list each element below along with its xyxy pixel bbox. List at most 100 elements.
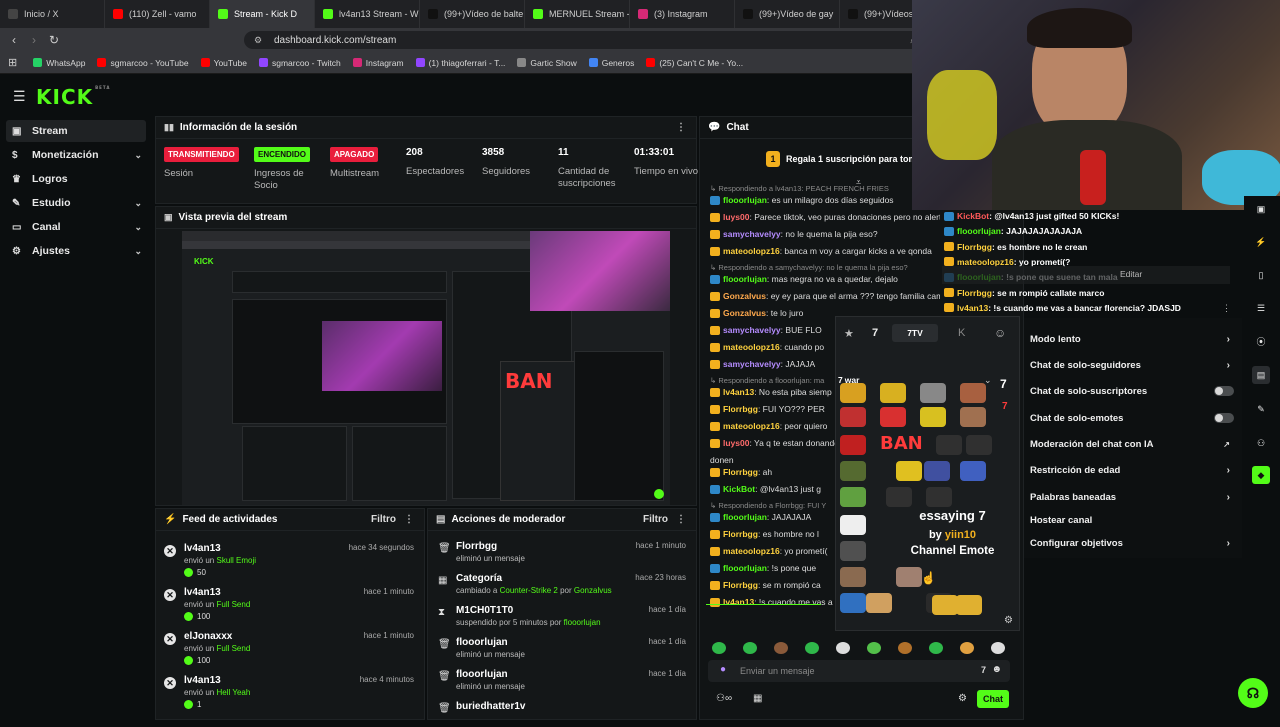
chat-username[interactable]: Florrbgg	[723, 404, 758, 414]
chat-setting-item[interactable]: Palabras baneadas ›	[1030, 489, 1236, 505]
feed-item[interactable]: ✕ lv4an13 hace 34 segundos envió un Skull E…	[164, 539, 414, 579]
list-tool-icon[interactable]: ▤	[1252, 366, 1270, 384]
emoji-icon[interactable]: ☻	[991, 664, 1002, 675]
emote-icon[interactable]	[896, 567, 922, 587]
chat-username[interactable]: lv4an13	[723, 387, 754, 397]
emote-icon[interactable]	[840, 593, 866, 613]
help-button[interactable]: ☊	[1238, 678, 1268, 708]
sidebar-item-ajustes[interactable]: ⚙ Ajustes ⌄	[6, 240, 146, 262]
emote-icon[interactable]	[920, 407, 946, 427]
toggle-switch[interactable]	[1214, 413, 1234, 423]
stream-preview-video[interactable]: KICK BAN	[182, 231, 670, 505]
picker-side-7tv-icon[interactable]: 7	[1000, 377, 1007, 391]
chat-username[interactable]: flooorlujan	[723, 195, 767, 205]
chat-username[interactable]: samychavelyy	[723, 359, 781, 369]
emote-icon[interactable]	[924, 461, 950, 481]
browser-tab[interactable]: (99+)Vídeo de gay	[735, 0, 840, 28]
browser-tab[interactable]: Inicio / X	[0, 0, 105, 28]
sidebar-item-logros[interactable]: ♛ Logros	[6, 168, 146, 190]
chat-username[interactable]: luys00	[723, 438, 749, 448]
7tv-emote-icon[interactable]: 7	[981, 665, 986, 675]
site-info-icon[interactable]: ⚙	[254, 35, 262, 46]
page-tool-icon[interactable]: ▯	[1252, 266, 1270, 284]
more-options-icon[interactable]: ⋮	[676, 122, 686, 133]
bookmark-item[interactable]: YouTube	[195, 58, 253, 68]
users-icon[interactable]: ⚇∞	[716, 693, 732, 704]
bookmark-item[interactable]: WhatsApp	[27, 58, 91, 68]
sub-gift-banner[interactable]: 1 Regala 1 suscripción para tomar l	[766, 151, 930, 167]
toolbar-top-icon[interactable]: ▣	[1252, 200, 1270, 218]
chat-setting-item[interactable]: Chat de solo-suscriptores	[1030, 383, 1236, 399]
7tv-tab[interactable]: 7TV	[892, 324, 938, 342]
emote-icon[interactable]	[840, 383, 866, 403]
emote-icon[interactable]	[960, 383, 986, 403]
emote-icon[interactable]	[966, 435, 992, 455]
sidebar-item-monetización[interactable]: $ Monetización ⌄	[6, 144, 146, 166]
chat-username[interactable]: mateoolopz16	[723, 421, 780, 431]
emote-icon[interactable]	[956, 595, 982, 615]
more-options-icon[interactable]: ⋮	[404, 514, 414, 525]
chat-message[interactable]: samychavelyy: no le quema la pija eso?	[710, 229, 940, 239]
emoji-tab-icon[interactable]: ☺	[994, 326, 1006, 340]
chat-input[interactable]: ● Enviar un mensaje 7 ☻	[708, 660, 1010, 682]
bolt-tool-icon[interactable]: ⚡	[1252, 233, 1270, 251]
toggle-switch[interactable]	[1214, 386, 1234, 396]
forward-icon[interactable]: ›	[24, 33, 44, 47]
emote-icon[interactable]	[936, 435, 962, 455]
mod-action-item[interactable]: 🗑 flooorlujan hace 1 día eliminó un mensaje	[436, 633, 686, 663]
bookmark-item[interactable]: Gartic Show	[511, 58, 582, 68]
edit-button[interactable]: Editar	[1120, 269, 1142, 279]
emote-icon[interactable]	[920, 383, 946, 403]
feed-item[interactable]: ✕ lv4an13 hace 4 minutos envió un Hell Yeah…	[164, 671, 414, 711]
chat-tool-icon[interactable]: ☰	[1252, 299, 1270, 317]
more-options-icon[interactable]: ⋮	[676, 514, 686, 525]
chat-message[interactable]: flooorlujan: es un milagro dos días segu…	[710, 195, 940, 205]
chat-setting-item[interactable]: Modo lento ›	[1030, 331, 1236, 347]
emote-icon[interactable]	[840, 461, 866, 481]
emote-icon[interactable]	[880, 407, 906, 427]
browser-tab[interactable]: lv4an13 Stream - W	[315, 0, 420, 28]
browser-tab[interactable]: (110) Zell - vamo	[105, 0, 210, 28]
feed-item[interactable]: ✕ elJonaxxx hace 1 minuto envió un Full Sen…	[164, 627, 414, 667]
broadcast-tool-icon[interactable]: ⦿	[1252, 332, 1270, 350]
emote-icon[interactable]	[866, 593, 892, 613]
chat-username[interactable]: flooorlujan	[723, 563, 767, 573]
emote-icon[interactable]	[840, 487, 866, 507]
chat-username[interactable]: flooorlujan	[723, 274, 767, 284]
chat-username[interactable]: Gonzalvus	[723, 308, 766, 318]
green-app-icon[interactable]: ◆	[1252, 466, 1270, 484]
menu-icon[interactable]: ☰	[13, 88, 26, 105]
browser-tab[interactable]: MERNUEL Stream -	[525, 0, 630, 28]
mod-action-item[interactable]: ⧗ M1CH0T1T0 hace 1 día suspendido por 5 min…	[436, 601, 686, 631]
chat-username[interactable]: flooorlujan	[723, 512, 767, 522]
browser-tab[interactable]: (3) Instagram	[630, 0, 735, 28]
share-tool-icon[interactable]: ⚇	[1252, 434, 1270, 452]
mod-action-item[interactable]: 🗑 buriedhatter1v	[436, 697, 686, 727]
chat-setting-item[interactable]: Configurar objetivos ›	[1030, 535, 1236, 551]
quick-emote-icon[interactable]	[774, 642, 788, 654]
chat-username[interactable]: Florrbgg	[723, 580, 758, 590]
emote-icon[interactable]	[932, 595, 958, 615]
browser-tab[interactable]: Stream - Kick D	[210, 0, 315, 28]
emote-icon[interactable]	[960, 407, 986, 427]
quick-emote-icon[interactable]	[836, 642, 850, 654]
wrench-tool-icon[interactable]: ✎	[1252, 400, 1270, 418]
bookmark-item[interactable]: (1) thiagoferrari - T...	[410, 58, 512, 68]
quick-emote-icon[interactable]	[991, 642, 1005, 654]
mod-action-item[interactable]: ▦ Categoría hace 23 horas cambiado a Counte…	[436, 569, 686, 599]
mic-icon[interactable]: ●	[720, 664, 726, 675]
chat-setting-item[interactable]: Chat de solo-emotes	[1030, 410, 1236, 426]
bookmark-item[interactable]: Generos	[583, 58, 641, 68]
kick-emotes-tab-icon[interactable]: K	[958, 327, 965, 339]
quick-emote-icon[interactable]	[712, 642, 726, 654]
chat-username[interactable]: samychavelyy	[723, 325, 781, 335]
sidebar-item-canal[interactable]: ▭ Canal ⌄	[6, 216, 146, 238]
chat-username[interactable]: KickBot	[723, 484, 755, 494]
send-chat-button[interactable]: Chat	[977, 690, 1009, 708]
message-more-icon[interactable]: ⋮	[1222, 303, 1231, 314]
emote-icon[interactable]	[960, 461, 986, 481]
chat-message[interactable]: flooorlujan: mas negra no va a quedar, d…	[710, 274, 940, 284]
7tv-logo-icon[interactable]: 7	[872, 327, 878, 339]
chat-username[interactable]: Florrbgg	[723, 467, 758, 477]
back-icon[interactable]: ‹	[4, 33, 24, 47]
